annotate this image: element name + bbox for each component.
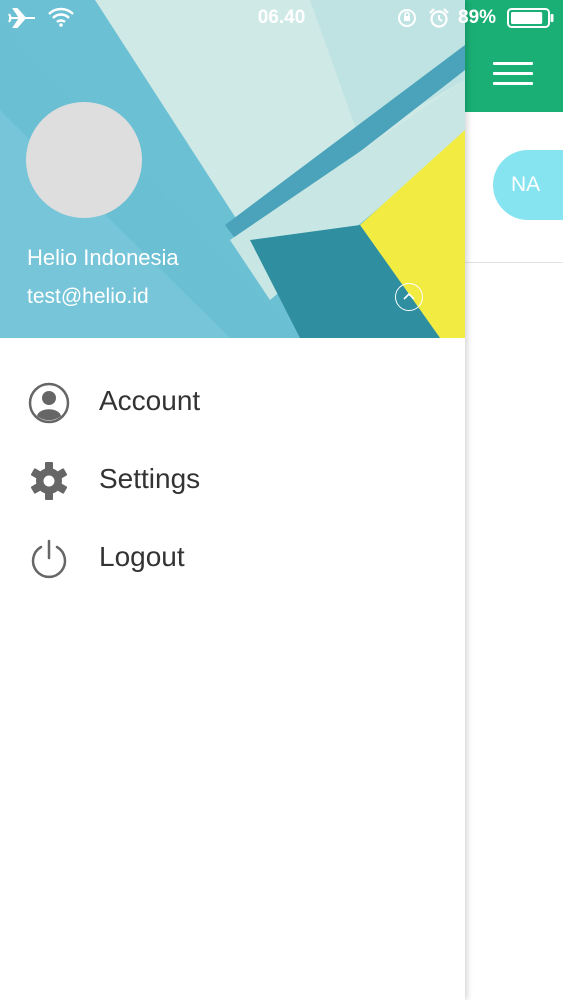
profile-name: Helio Indonesia: [27, 245, 179, 270]
navigation-drawer: Helio Indonesia test@helio.id Account Se…: [0, 0, 465, 1000]
drawer-menu: Account Settings Logout: [0, 364, 465, 598]
menu-label-logout: Logout: [99, 541, 185, 572]
rotation-lock-icon: [398, 9, 416, 27]
profile-avatar[interactable]: [26, 102, 142, 218]
menu-item-account[interactable]: Account: [0, 364, 465, 442]
gear-icon: [28, 460, 70, 502]
battery-icon: [507, 8, 554, 28]
status-bar: 06.40 89%: [0, 0, 563, 36]
profile-email: test@helio.id: [27, 285, 149, 308]
alarm-clock-icon: [429, 8, 449, 28]
menu-label-settings: Settings: [99, 463, 201, 494]
hamburger-menu-icon[interactable]: [493, 58, 533, 88]
menu-label-account: Account: [99, 385, 201, 416]
drawer-header: Helio Indonesia test@helio.id: [0, 0, 465, 338]
account-circle-icon: [28, 382, 70, 424]
power-icon: [28, 538, 70, 580]
contact-avatar[interactable]: NA: [493, 150, 563, 220]
menu-item-logout[interactable]: Logout: [0, 520, 465, 598]
menu-item-settings[interactable]: Settings: [0, 442, 465, 520]
chevron-up-icon[interactable]: [395, 283, 423, 311]
battery-percentage: 89%: [458, 7, 497, 28]
